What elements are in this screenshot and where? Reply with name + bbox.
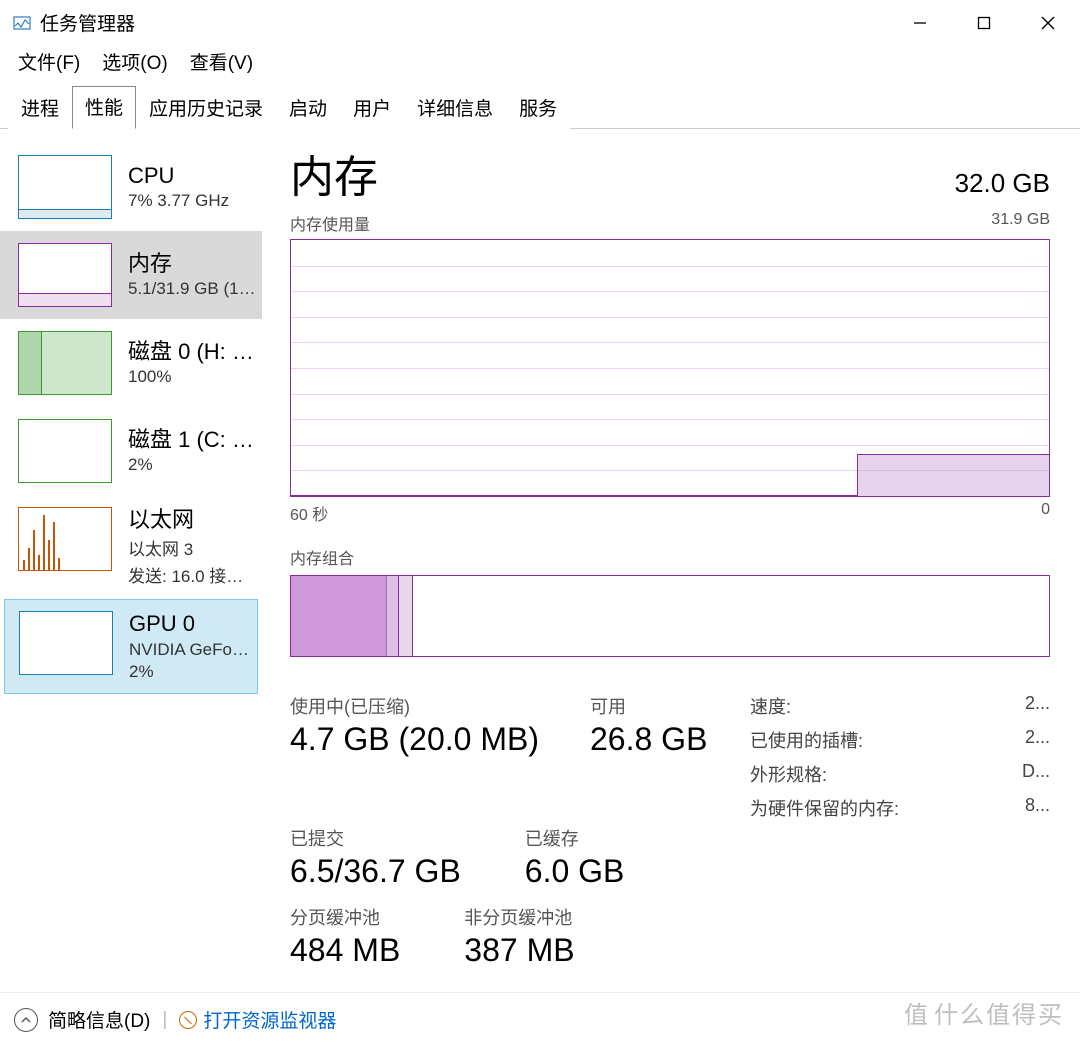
sidebar-item-sub: 100% bbox=[128, 367, 256, 387]
close-button[interactable] bbox=[1016, 0, 1080, 46]
sidebar-item-ethernet[interactable]: 以太网 以太网 3 发送: 16.0 接收: 64.0 K bbox=[0, 495, 262, 599]
tab-app-history[interactable]: 应用历史记录 bbox=[136, 87, 276, 129]
composition-standby bbox=[399, 576, 413, 656]
reserved-value: 8... bbox=[1025, 795, 1050, 821]
sidebar-item-memory[interactable]: 内存 5.1/31.9 GB (16%) bbox=[0, 231, 262, 319]
brief-info-link[interactable]: 简略信息(D) bbox=[48, 1006, 150, 1033]
sidebar-item-disk1[interactable]: 磁盘 1 (C: D:) 2% bbox=[0, 407, 262, 495]
sidebar-item-sub: 5.1/31.9 GB (16%) bbox=[128, 279, 256, 299]
xaxis-left: 60 秒 bbox=[290, 501, 328, 525]
menu-options[interactable]: 选项(O) bbox=[102, 48, 167, 75]
tab-processes[interactable]: 进程 bbox=[8, 87, 72, 129]
memory-specs: 速度: 2... 已使用的插槽: 2... 外形规格: D... 为硬件保留的内存: 8… bbox=[750, 693, 1050, 829]
memory-composition-chart[interactable] bbox=[290, 575, 1050, 657]
memory-stats: 使用中(已压缩) 4.7 GB (20.0 MB) 可用 26.8 GB 速度:… bbox=[290, 693, 1050, 987]
in-use-value: 4.7 GB (20.0 MB) bbox=[290, 721, 580, 758]
memory-usage-chart[interactable] bbox=[290, 239, 1050, 497]
nonpaged-label: 非分页缓冲池 bbox=[464, 904, 574, 930]
committed-value: 6.5/36.7 GB bbox=[290, 853, 461, 890]
sidebar-item-sub2: 2% bbox=[129, 662, 251, 682]
disk1-thumbnail-icon bbox=[18, 419, 112, 483]
tab-strip: 进程 性能 应用历史记录 启动 用户 详细信息 服务 bbox=[0, 85, 1080, 129]
usage-chart-label: 内存使用量 bbox=[290, 211, 370, 235]
window-title: 任务管理器 bbox=[40, 9, 135, 36]
sidebar-item-disk0[interactable]: 磁盘 0 (H: I: E: I: F 100% bbox=[0, 319, 262, 407]
divider: | bbox=[162, 1009, 167, 1031]
watermark-icon: 值 bbox=[904, 995, 930, 1030]
tab-users[interactable]: 用户 bbox=[340, 87, 404, 129]
performance-sidebar: CPU 7% 3.77 GHz 内存 5.1/31.9 GB (16%) 磁盘 … bbox=[0, 129, 262, 1007]
menu-bar: 文件(F) 选项(O) 查看(V) bbox=[0, 46, 1080, 85]
open-resource-monitor-link[interactable]: 打开资源监视器 bbox=[179, 1006, 336, 1033]
maximize-button[interactable] bbox=[952, 0, 1016, 46]
paged-value: 484 MB bbox=[290, 932, 400, 969]
ethernet-thumbnail-icon bbox=[18, 507, 112, 571]
tab-services[interactable]: 服务 bbox=[506, 87, 570, 129]
cpu-thumbnail-icon bbox=[18, 155, 112, 219]
panel-title: 内存 bbox=[290, 141, 378, 205]
resource-monitor-label: 打开资源监视器 bbox=[203, 1006, 336, 1033]
usage-chart-max: 31.9 GB bbox=[991, 211, 1050, 235]
sidebar-item-gpu[interactable]: GPU 0 NVIDIA GeForce... 2% bbox=[4, 599, 258, 693]
content-area: CPU 7% 3.77 GHz 内存 5.1/31.9 GB (16%) 磁盘 … bbox=[0, 129, 1080, 1007]
chevron-up-icon[interactable] bbox=[14, 1008, 38, 1032]
sidebar-item-title: 以太网 bbox=[128, 507, 256, 533]
nonpaged-value: 387 MB bbox=[464, 932, 574, 969]
in-use-label: 使用中(已压缩) bbox=[290, 693, 580, 719]
committed-label: 已提交 bbox=[290, 825, 461, 851]
composition-free bbox=[413, 576, 1049, 656]
menu-file[interactable]: 文件(F) bbox=[18, 48, 80, 75]
available-value: 26.8 GB bbox=[590, 721, 740, 758]
tab-performance[interactable]: 性能 bbox=[72, 86, 136, 129]
sidebar-item-title: GPU 0 bbox=[129, 611, 251, 637]
sidebar-item-sub: 以太网 3 bbox=[128, 535, 256, 560]
gpu-thumbnail-icon bbox=[19, 611, 113, 675]
composition-in-use bbox=[291, 576, 387, 656]
sidebar-item-title: 磁盘 1 (C: D:) bbox=[128, 427, 256, 453]
minimize-button[interactable] bbox=[888, 0, 952, 46]
tab-details[interactable]: 详细信息 bbox=[404, 87, 506, 129]
memory-panel: 内存 32.0 GB 内存使用量 31.9 GB 60 秒 0 内存组合 bbox=[262, 129, 1080, 1007]
memory-thumbnail-icon bbox=[18, 243, 112, 307]
sidebar-item-sub: NVIDIA GeForce... bbox=[129, 640, 251, 660]
form-label: 外形规格: bbox=[750, 761, 827, 787]
menu-view[interactable]: 查看(V) bbox=[190, 48, 253, 75]
composition-label: 内存组合 bbox=[290, 545, 1050, 569]
resource-monitor-icon bbox=[179, 1011, 197, 1029]
tab-startup[interactable]: 启动 bbox=[276, 87, 340, 129]
sidebar-item-cpu[interactable]: CPU 7% 3.77 GHz bbox=[0, 143, 262, 231]
xaxis-right: 0 bbox=[1041, 501, 1050, 525]
cached-label: 已缓存 bbox=[525, 825, 625, 851]
sidebar-item-sub: 7% 3.77 GHz bbox=[128, 191, 229, 211]
cached-value: 6.0 GB bbox=[525, 853, 625, 890]
form-value: D... bbox=[1022, 761, 1050, 787]
sidebar-item-title: 内存 bbox=[128, 251, 256, 277]
speed-value: 2... bbox=[1025, 693, 1050, 719]
window-controls bbox=[888, 0, 1080, 46]
app-icon bbox=[12, 13, 32, 33]
paged-label: 分页缓冲池 bbox=[290, 904, 400, 930]
available-label: 可用 bbox=[590, 693, 740, 719]
slots-value: 2... bbox=[1025, 727, 1050, 753]
composition-modified bbox=[387, 576, 399, 656]
speed-label: 速度: bbox=[750, 693, 791, 719]
reserved-label: 为硬件保留的内存: bbox=[750, 795, 899, 821]
slots-label: 已使用的插槽: bbox=[750, 727, 863, 753]
total-memory: 32.0 GB bbox=[955, 168, 1050, 199]
sidebar-item-title: CPU bbox=[128, 163, 229, 189]
sidebar-item-title: 磁盘 0 (H: I: E: I: F bbox=[128, 339, 256, 365]
title-bar: 任务管理器 bbox=[0, 0, 1080, 46]
disk0-thumbnail-icon bbox=[18, 331, 112, 395]
sidebar-item-sub2: 发送: 16.0 接收: 64.0 K bbox=[128, 562, 256, 587]
watermark: 值 什么值得买 bbox=[904, 995, 1064, 1030]
sidebar-item-sub: 2% bbox=[128, 455, 256, 475]
